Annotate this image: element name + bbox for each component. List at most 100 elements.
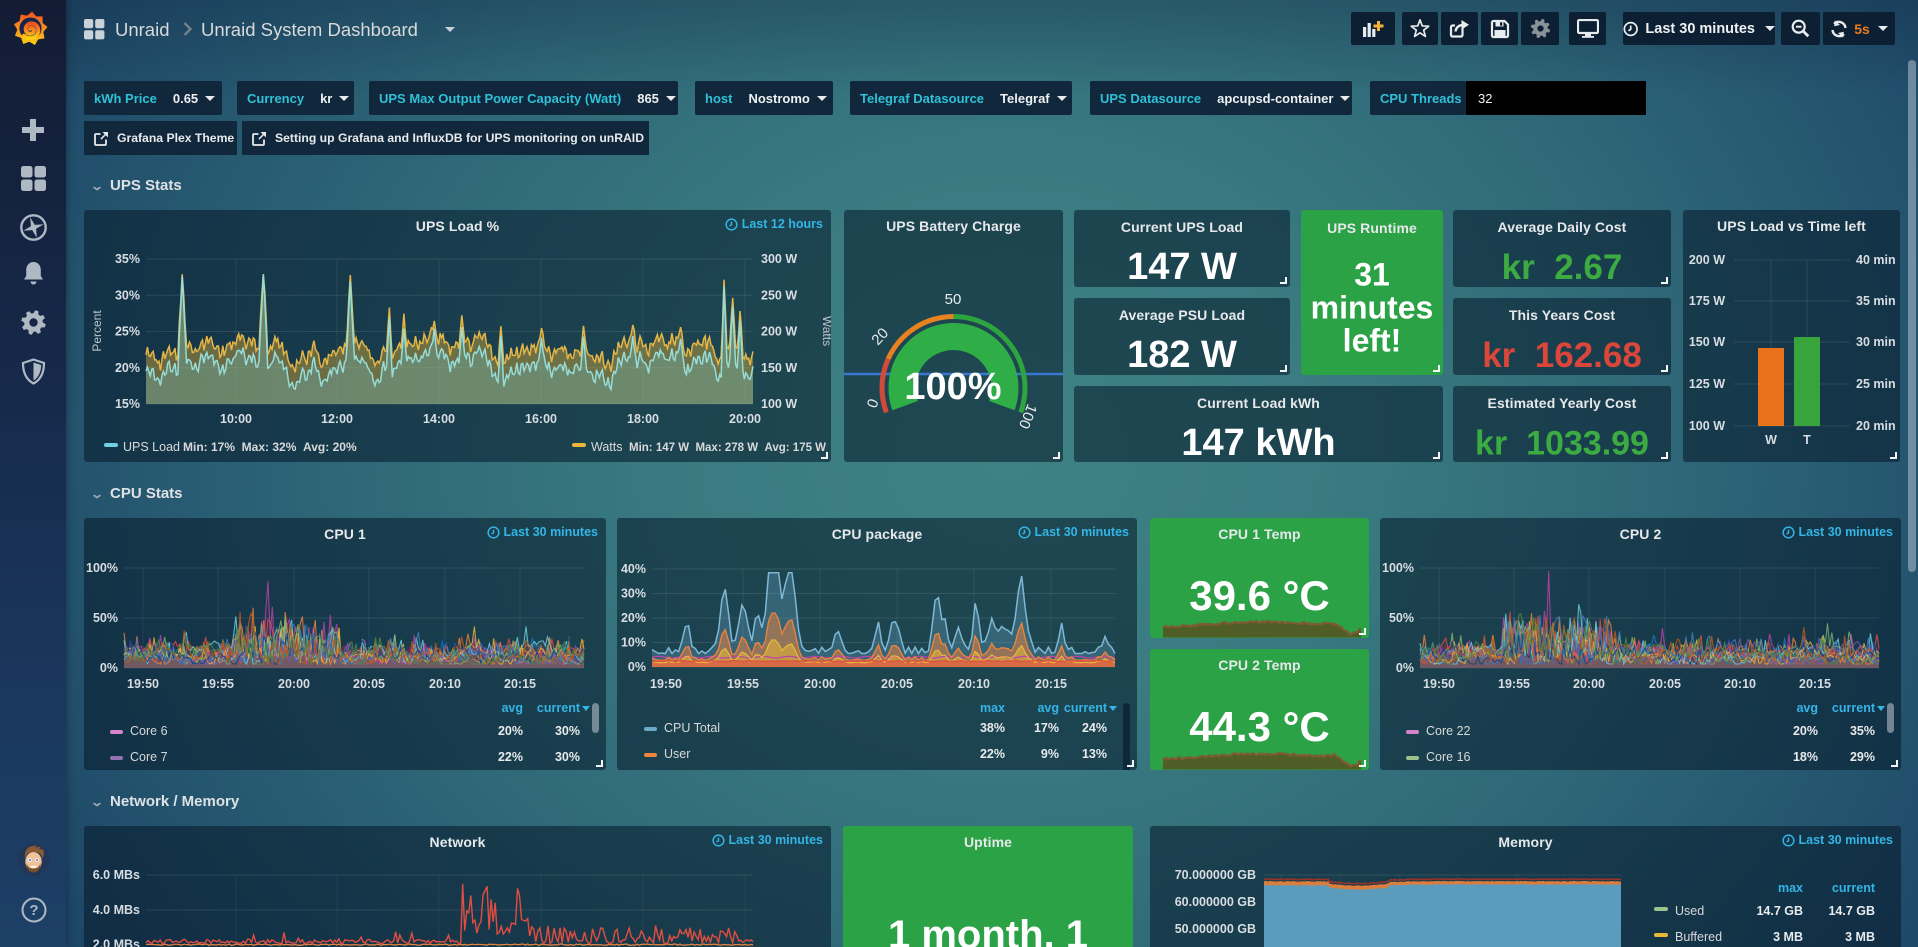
- svg-text:Min: 147 W Max: 278 W Avg: 1: Min: 147 W Max: 278 W Avg: 175 W: [629, 442, 826, 454]
- svg-text:25%: 25%: [115, 325, 140, 339]
- svg-text:100%: 100%: [1382, 561, 1414, 575]
- svg-text:50: 50: [945, 291, 962, 308]
- svg-text:35%: 35%: [115, 252, 140, 266]
- svg-text:User: User: [664, 747, 690, 761]
- svg-text:0%: 0%: [100, 661, 118, 675]
- svg-text:22%: 22%: [498, 750, 523, 764]
- svg-text:14.7 GB: 14.7 GB: [1828, 904, 1875, 918]
- svg-text:30%: 30%: [555, 750, 580, 764]
- svg-text:30 min: 30 min: [1856, 335, 1896, 349]
- svg-text:6.0 MBs: 6.0 MBs: [93, 868, 140, 882]
- svg-text:19:55: 19:55: [1498, 677, 1530, 691]
- svg-text:20:05: 20:05: [353, 677, 385, 691]
- svg-text:max: max: [980, 701, 1005, 715]
- svg-text:125 W: 125 W: [1689, 377, 1725, 391]
- svg-text:Core 22: Core 22: [1426, 724, 1471, 738]
- svg-text:20:10: 20:10: [1724, 677, 1756, 691]
- svg-text:50%: 50%: [93, 611, 118, 625]
- svg-text:Buffered: Buffered: [1675, 930, 1722, 944]
- svg-text:100 W: 100 W: [1689, 419, 1725, 433]
- svg-text:150 W: 150 W: [1689, 335, 1725, 349]
- svg-text:40 min: 40 min: [1856, 253, 1896, 267]
- svg-text:250 W: 250 W: [761, 288, 797, 302]
- svg-text:14:00: 14:00: [423, 412, 455, 426]
- svg-text:0: 0: [864, 397, 883, 411]
- svg-text:2.0 MBs: 2.0 MBs: [93, 938, 140, 947]
- svg-text:19:50: 19:50: [1423, 677, 1455, 691]
- svg-text:20 min: 20 min: [1856, 419, 1896, 433]
- svg-text:200 W: 200 W: [1689, 253, 1725, 267]
- svg-text:19:55: 19:55: [727, 677, 759, 691]
- svg-text:30%: 30%: [555, 724, 580, 738]
- svg-text:14.7 GB: 14.7 GB: [1756, 904, 1803, 918]
- svg-text:20:00: 20:00: [729, 412, 761, 426]
- svg-text:200 W: 200 W: [761, 325, 797, 339]
- svg-text:20:00: 20:00: [804, 677, 836, 691]
- svg-text:current: current: [1832, 881, 1876, 895]
- svg-text:13%: 13%: [1082, 747, 1107, 761]
- svg-text:16:00: 16:00: [525, 412, 557, 426]
- svg-text:20%: 20%: [1793, 724, 1818, 738]
- svg-text:4.0 MBs: 4.0 MBs: [93, 903, 140, 917]
- svg-text:CPU Total: CPU Total: [664, 721, 720, 735]
- svg-text:avg: avg: [501, 701, 523, 715]
- svg-text:Watts: Watts: [591, 440, 622, 454]
- svg-text:9%: 9%: [1041, 747, 1059, 761]
- svg-text:175 W: 175 W: [1689, 294, 1725, 308]
- svg-text:19:50: 19:50: [127, 677, 159, 691]
- svg-text:0%: 0%: [1396, 661, 1414, 675]
- svg-text:Min: 17% Max: 32% Avg: 20%: Min: 17% Max: 32% Avg: 20%: [183, 440, 357, 454]
- svg-text:15%: 15%: [115, 397, 140, 411]
- svg-text:50%: 50%: [1389, 611, 1414, 625]
- svg-text:20: 20: [868, 325, 892, 349]
- svg-text:3 MB: 3 MB: [1773, 930, 1803, 944]
- svg-text:current: current: [537, 701, 581, 715]
- svg-text:100 W: 100 W: [761, 397, 797, 411]
- svg-text:10:00: 10:00: [220, 412, 252, 426]
- svg-text:Watts: Watts: [820, 316, 831, 346]
- svg-text:20:00: 20:00: [1573, 677, 1605, 691]
- svg-text:19:55: 19:55: [202, 677, 234, 691]
- svg-text:12:00: 12:00: [321, 412, 353, 426]
- svg-text:20%: 20%: [621, 611, 646, 625]
- svg-text:100: 100: [1015, 402, 1040, 432]
- svg-text:100%: 100%: [904, 366, 1001, 408]
- svg-text:60.000000 GB: 60.000000 GB: [1175, 895, 1256, 909]
- svg-text:17%: 17%: [1034, 721, 1059, 735]
- svg-text:20:15: 20:15: [1035, 677, 1067, 691]
- svg-text:38%: 38%: [980, 721, 1005, 735]
- svg-text:18%: 18%: [1793, 750, 1818, 764]
- svg-text:100%: 100%: [86, 561, 118, 575]
- svg-text:20:15: 20:15: [504, 677, 536, 691]
- svg-text:30%: 30%: [115, 288, 140, 302]
- svg-text:max: max: [1778, 881, 1803, 895]
- svg-text:0%: 0%: [628, 660, 646, 674]
- svg-text:Core 16: Core 16: [1426, 750, 1471, 764]
- svg-text:Used: Used: [1675, 904, 1704, 918]
- svg-text:W: W: [1765, 433, 1777, 447]
- svg-text:35%: 35%: [1850, 724, 1875, 738]
- svg-text:19:50: 19:50: [650, 677, 682, 691]
- svg-text:300 W: 300 W: [761, 252, 797, 266]
- svg-text:24%: 24%: [1082, 721, 1107, 735]
- svg-text:70.000000 GB: 70.000000 GB: [1175, 868, 1256, 882]
- svg-text:20%: 20%: [498, 724, 523, 738]
- svg-text:20:10: 20:10: [429, 677, 461, 691]
- svg-text:22%: 22%: [980, 747, 1005, 761]
- svg-text:20:10: 20:10: [958, 677, 990, 691]
- svg-text:10%: 10%: [621, 636, 646, 650]
- svg-text:T: T: [1803, 433, 1811, 447]
- svg-text:current: current: [1064, 701, 1108, 715]
- svg-text:40%: 40%: [621, 562, 646, 576]
- svg-text:35 min: 35 min: [1856, 294, 1896, 308]
- svg-text:avg: avg: [1037, 701, 1059, 715]
- svg-text:UPS Load: UPS Load: [123, 440, 180, 454]
- svg-text:25 min: 25 min: [1856, 377, 1896, 391]
- svg-text:20:05: 20:05: [881, 677, 913, 691]
- svg-text:Core 7: Core 7: [130, 750, 168, 764]
- svg-text:20:05: 20:05: [1649, 677, 1681, 691]
- svg-text:3 MB: 3 MB: [1845, 930, 1875, 944]
- svg-text:current: current: [1832, 701, 1876, 715]
- svg-text:Percent: Percent: [90, 310, 104, 352]
- svg-text:avg: avg: [1796, 701, 1818, 715]
